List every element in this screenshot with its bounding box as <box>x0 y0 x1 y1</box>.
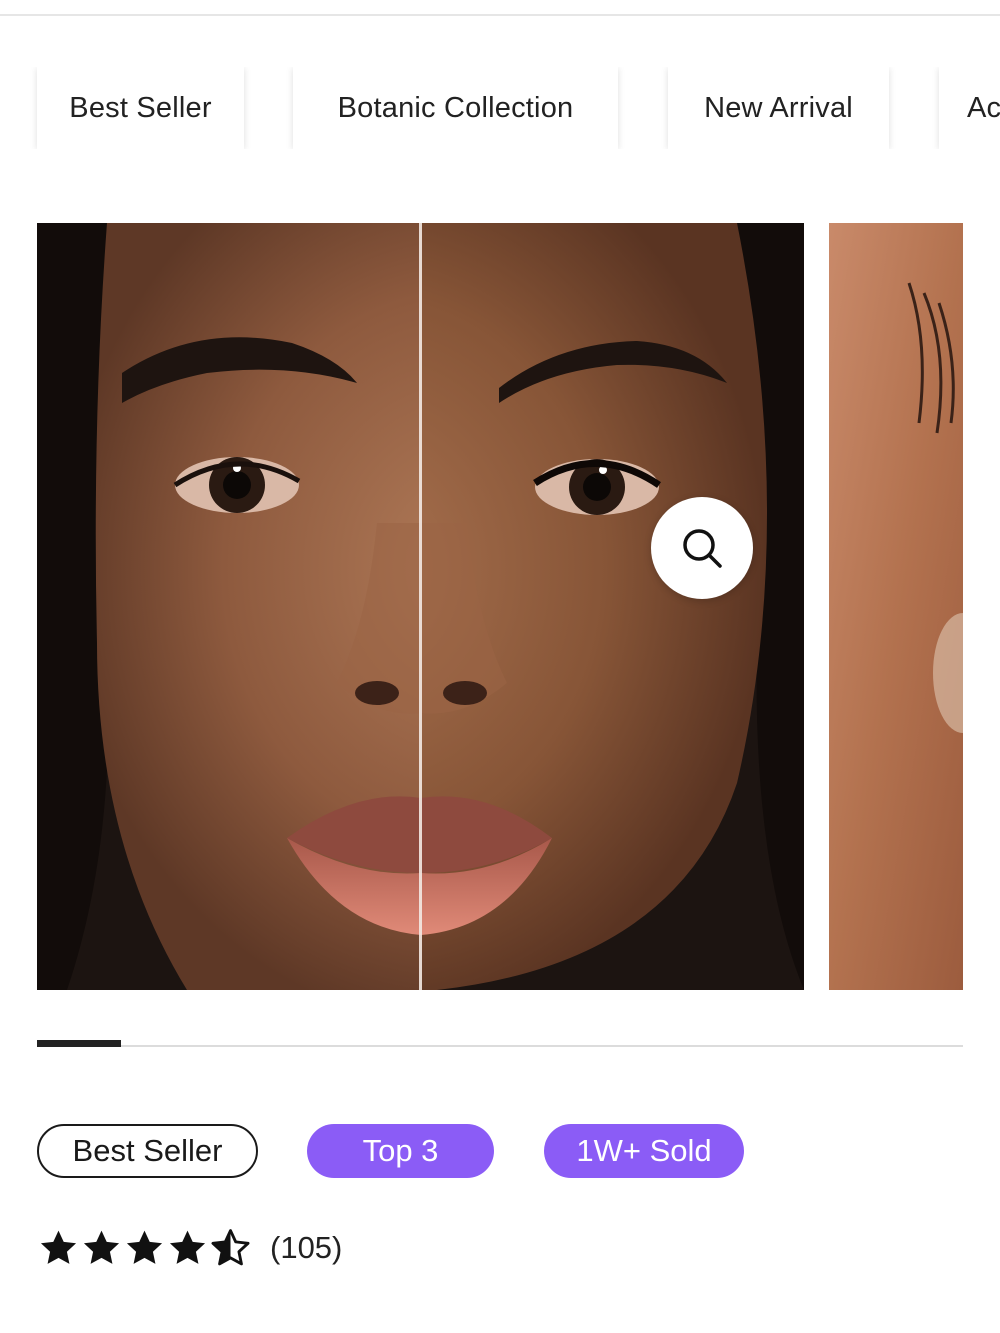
badge-label: Best Seller <box>72 1133 223 1168</box>
chip-label: Ac <box>967 91 1000 124</box>
category-chip-botanic-collection[interactable]: Botanic Collection <box>293 67 618 149</box>
star-full-icon <box>83 1230 120 1264</box>
badge-best-seller: Best Seller <box>37 1124 258 1178</box>
review-count[interactable]: (105) <box>270 1230 342 1266</box>
product-rating[interactable]: (105) <box>37 1226 342 1270</box>
face-comparison-image <box>37 223 804 990</box>
top-divider <box>0 14 1000 16</box>
category-chip-partial[interactable]: Ac <box>939 67 1000 149</box>
gallery-slide-next-preview[interactable] <box>829 223 963 990</box>
star-full-icon <box>126 1230 163 1264</box>
gallery-progress-indicator <box>37 1040 121 1047</box>
product-image-gallery[interactable] <box>0 223 1000 990</box>
gallery-progress-track <box>37 1045 963 1047</box>
star-half-icon <box>211 1228 250 1265</box>
gallery-slide-before-after[interactable] <box>37 223 804 990</box>
chip-label: New Arrival <box>704 91 853 124</box>
star-full-icon <box>169 1230 206 1264</box>
search-icon <box>683 529 722 568</box>
badge-sold-count: 1W+ Sold <box>544 1124 744 1178</box>
badge-label: Top 3 <box>362 1133 439 1168</box>
badge-top-3: Top 3 <box>307 1124 494 1178</box>
star-full-icon <box>40 1230 77 1264</box>
category-chip-new-arrival[interactable]: New Arrival <box>668 67 889 149</box>
chip-label: Best Seller <box>69 91 212 124</box>
skin-closeup-image <box>829 223 963 990</box>
rating-stars <box>37 1227 252 1270</box>
category-chip-best-seller[interactable]: Best Seller <box>37 67 244 149</box>
category-chip-row: Best Seller Botanic Collection New Arriv… <box>0 67 1000 149</box>
badge-label: 1W+ Sold <box>576 1133 712 1168</box>
zoom-button[interactable] <box>651 497 753 599</box>
chip-label: Botanic Collection <box>337 91 574 124</box>
